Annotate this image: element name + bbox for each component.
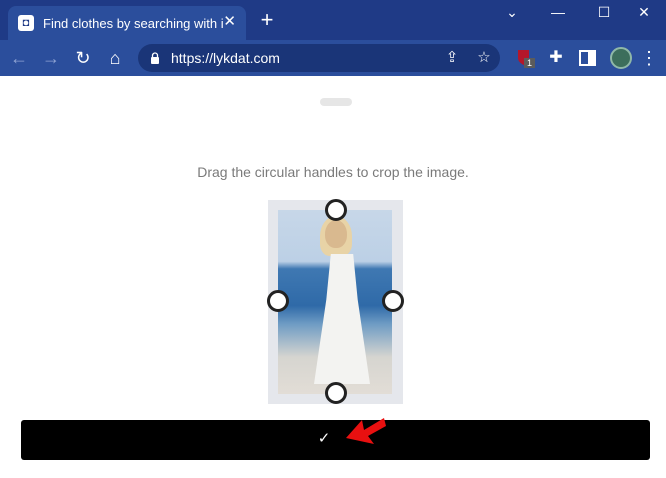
- crop-handle-left[interactable]: [267, 290, 289, 312]
- browser-titlebar: ◘ Find clothes by searching with im ✕ + …: [0, 0, 666, 40]
- bookmark-star-icon[interactable]: ☆: [474, 48, 494, 68]
- browser-toolbar: ← → ↻ ⌂ https://lykdat.com ⇪ ☆ 1 ✚ ⋮: [0, 40, 666, 76]
- address-bar[interactable]: https://lykdat.com ⇪ ☆: [138, 44, 500, 72]
- lock-icon: [151, 52, 159, 64]
- crop-handle-top[interactable]: [325, 199, 347, 221]
- crop-handle-right[interactable]: [382, 290, 404, 312]
- crop-instruction: Drag the circular handles to crop the im…: [197, 164, 469, 180]
- ublock-origin-icon[interactable]: 1: [515, 48, 535, 68]
- reload-icon[interactable]: ↻: [71, 46, 95, 70]
- forward-arrow-icon[interactable]: →: [39, 46, 63, 70]
- crop-handle-bottom[interactable]: [325, 382, 347, 404]
- minimize-button[interactable]: —: [536, 0, 580, 26]
- page-content: Drag the circular handles to crop the im…: [0, 76, 666, 478]
- side-panel-icon[interactable]: [578, 48, 598, 68]
- active-tab[interactable]: ◘ Find clothes by searching with im ✕: [8, 6, 246, 40]
- window-close-button[interactable]: ✕: [622, 0, 666, 26]
- ublock-badge-count: 1: [527, 58, 532, 68]
- back-arrow-icon[interactable]: ←: [7, 46, 31, 70]
- tab-search-icon[interactable]: ⌄: [490, 0, 534, 26]
- share-icon[interactable]: ⇪: [442, 48, 462, 68]
- tab-close-icon[interactable]: ✕: [223, 14, 236, 30]
- url-text: https://lykdat.com: [171, 50, 280, 66]
- tab-title: Find clothes by searching with im: [43, 15, 223, 31]
- new-tab-button[interactable]: +: [256, 8, 278, 32]
- uploaded-photo: [278, 210, 392, 394]
- browser-menu-icon[interactable]: ⋮: [640, 46, 658, 70]
- sheet-drag-handle[interactable]: [320, 98, 352, 106]
- home-icon[interactable]: ⌂: [103, 46, 127, 70]
- maximize-button[interactable]: ☐: [582, 0, 626, 26]
- checkmark-icon: ✓: [317, 430, 331, 447]
- confirm-crop-button[interactable]: ✓: [21, 420, 650, 460]
- red-pointer-arrow-icon: [346, 418, 386, 444]
- photo-head: [325, 220, 347, 248]
- photo-white-dress: [314, 254, 370, 384]
- profile-avatar[interactable]: [610, 47, 632, 69]
- lykdat-favicon-icon: ◘: [18, 15, 34, 31]
- extensions-puzzle-icon[interactable]: ✚: [544, 46, 568, 70]
